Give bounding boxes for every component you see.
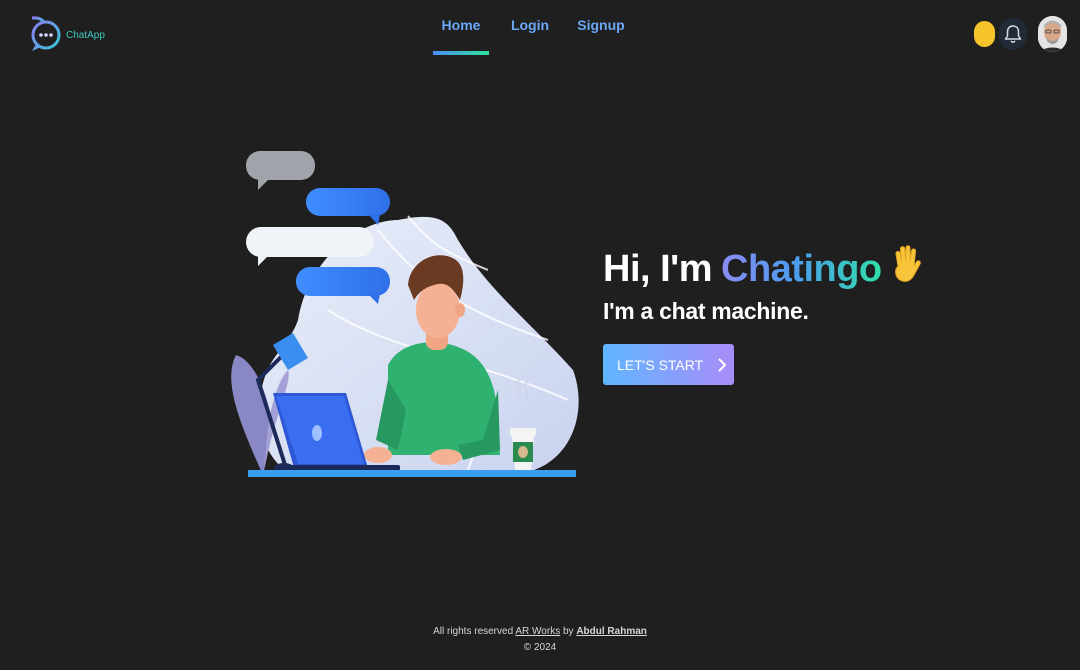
user-avatar[interactable] xyxy=(1038,16,1067,52)
theme-toggle-button[interactable] xyxy=(974,21,995,47)
waving-hand-icon xyxy=(888,244,922,294)
chat-bubble-gray xyxy=(246,151,315,190)
main-nav: Home Login Signup xyxy=(433,0,625,55)
chat-logo-icon xyxy=(31,16,61,51)
chat-bubble-blue-1 xyxy=(306,188,390,225)
chevron-right-icon xyxy=(718,357,727,372)
nav-signup-label: Signup xyxy=(577,17,625,33)
footer-by: by xyxy=(562,626,574,637)
hero-subtitle: I'm a chat machine. xyxy=(603,298,809,324)
footer-credits: All rights reserved AR Works by Abdul Ra… xyxy=(0,624,1080,640)
notifications-button[interactable] xyxy=(999,18,1027,50)
footer-author-name: Abdul Rahman xyxy=(576,626,647,637)
footer-author-link[interactable]: Abdul Rahman xyxy=(576,626,647,637)
footer: All rights reserved AR Works by Abdul Ra… xyxy=(0,624,1080,656)
footer-rights: All rights reserved xyxy=(433,626,514,637)
hero-title: Hi, I'm Chatingo xyxy=(603,244,922,294)
footer-company-link[interactable]: AR Works xyxy=(515,626,560,637)
footer-copyright: © 2024 xyxy=(523,642,557,653)
nav-login-label: Login xyxy=(510,17,550,33)
nav-home-label: Home xyxy=(441,17,481,33)
hero-greeting: Hi, I'm xyxy=(603,248,713,290)
logo-text: ChatApp xyxy=(66,29,105,41)
logo[interactable]: ChatApp xyxy=(30,16,105,52)
hero-illustration xyxy=(231,151,579,477)
nav-signup[interactable]: Signup xyxy=(577,0,624,55)
hero-text: Hi, I'm Chatingo I'm a chat machine. xyxy=(603,244,922,325)
lets-start-label: LET'S START xyxy=(617,356,704,373)
nav-login[interactable]: Login xyxy=(510,0,550,55)
lets-start-button[interactable]: LET'S START xyxy=(603,344,734,385)
bell-icon xyxy=(1004,25,1022,43)
nav-home[interactable]: Home xyxy=(433,0,489,55)
page: ChatApp Home Login Signup Hi, I'm Chatin… xyxy=(0,0,1080,670)
avatar-image xyxy=(1038,16,1067,52)
active-nav-indicator xyxy=(433,51,489,55)
hero-name: Chatingo xyxy=(721,248,882,290)
